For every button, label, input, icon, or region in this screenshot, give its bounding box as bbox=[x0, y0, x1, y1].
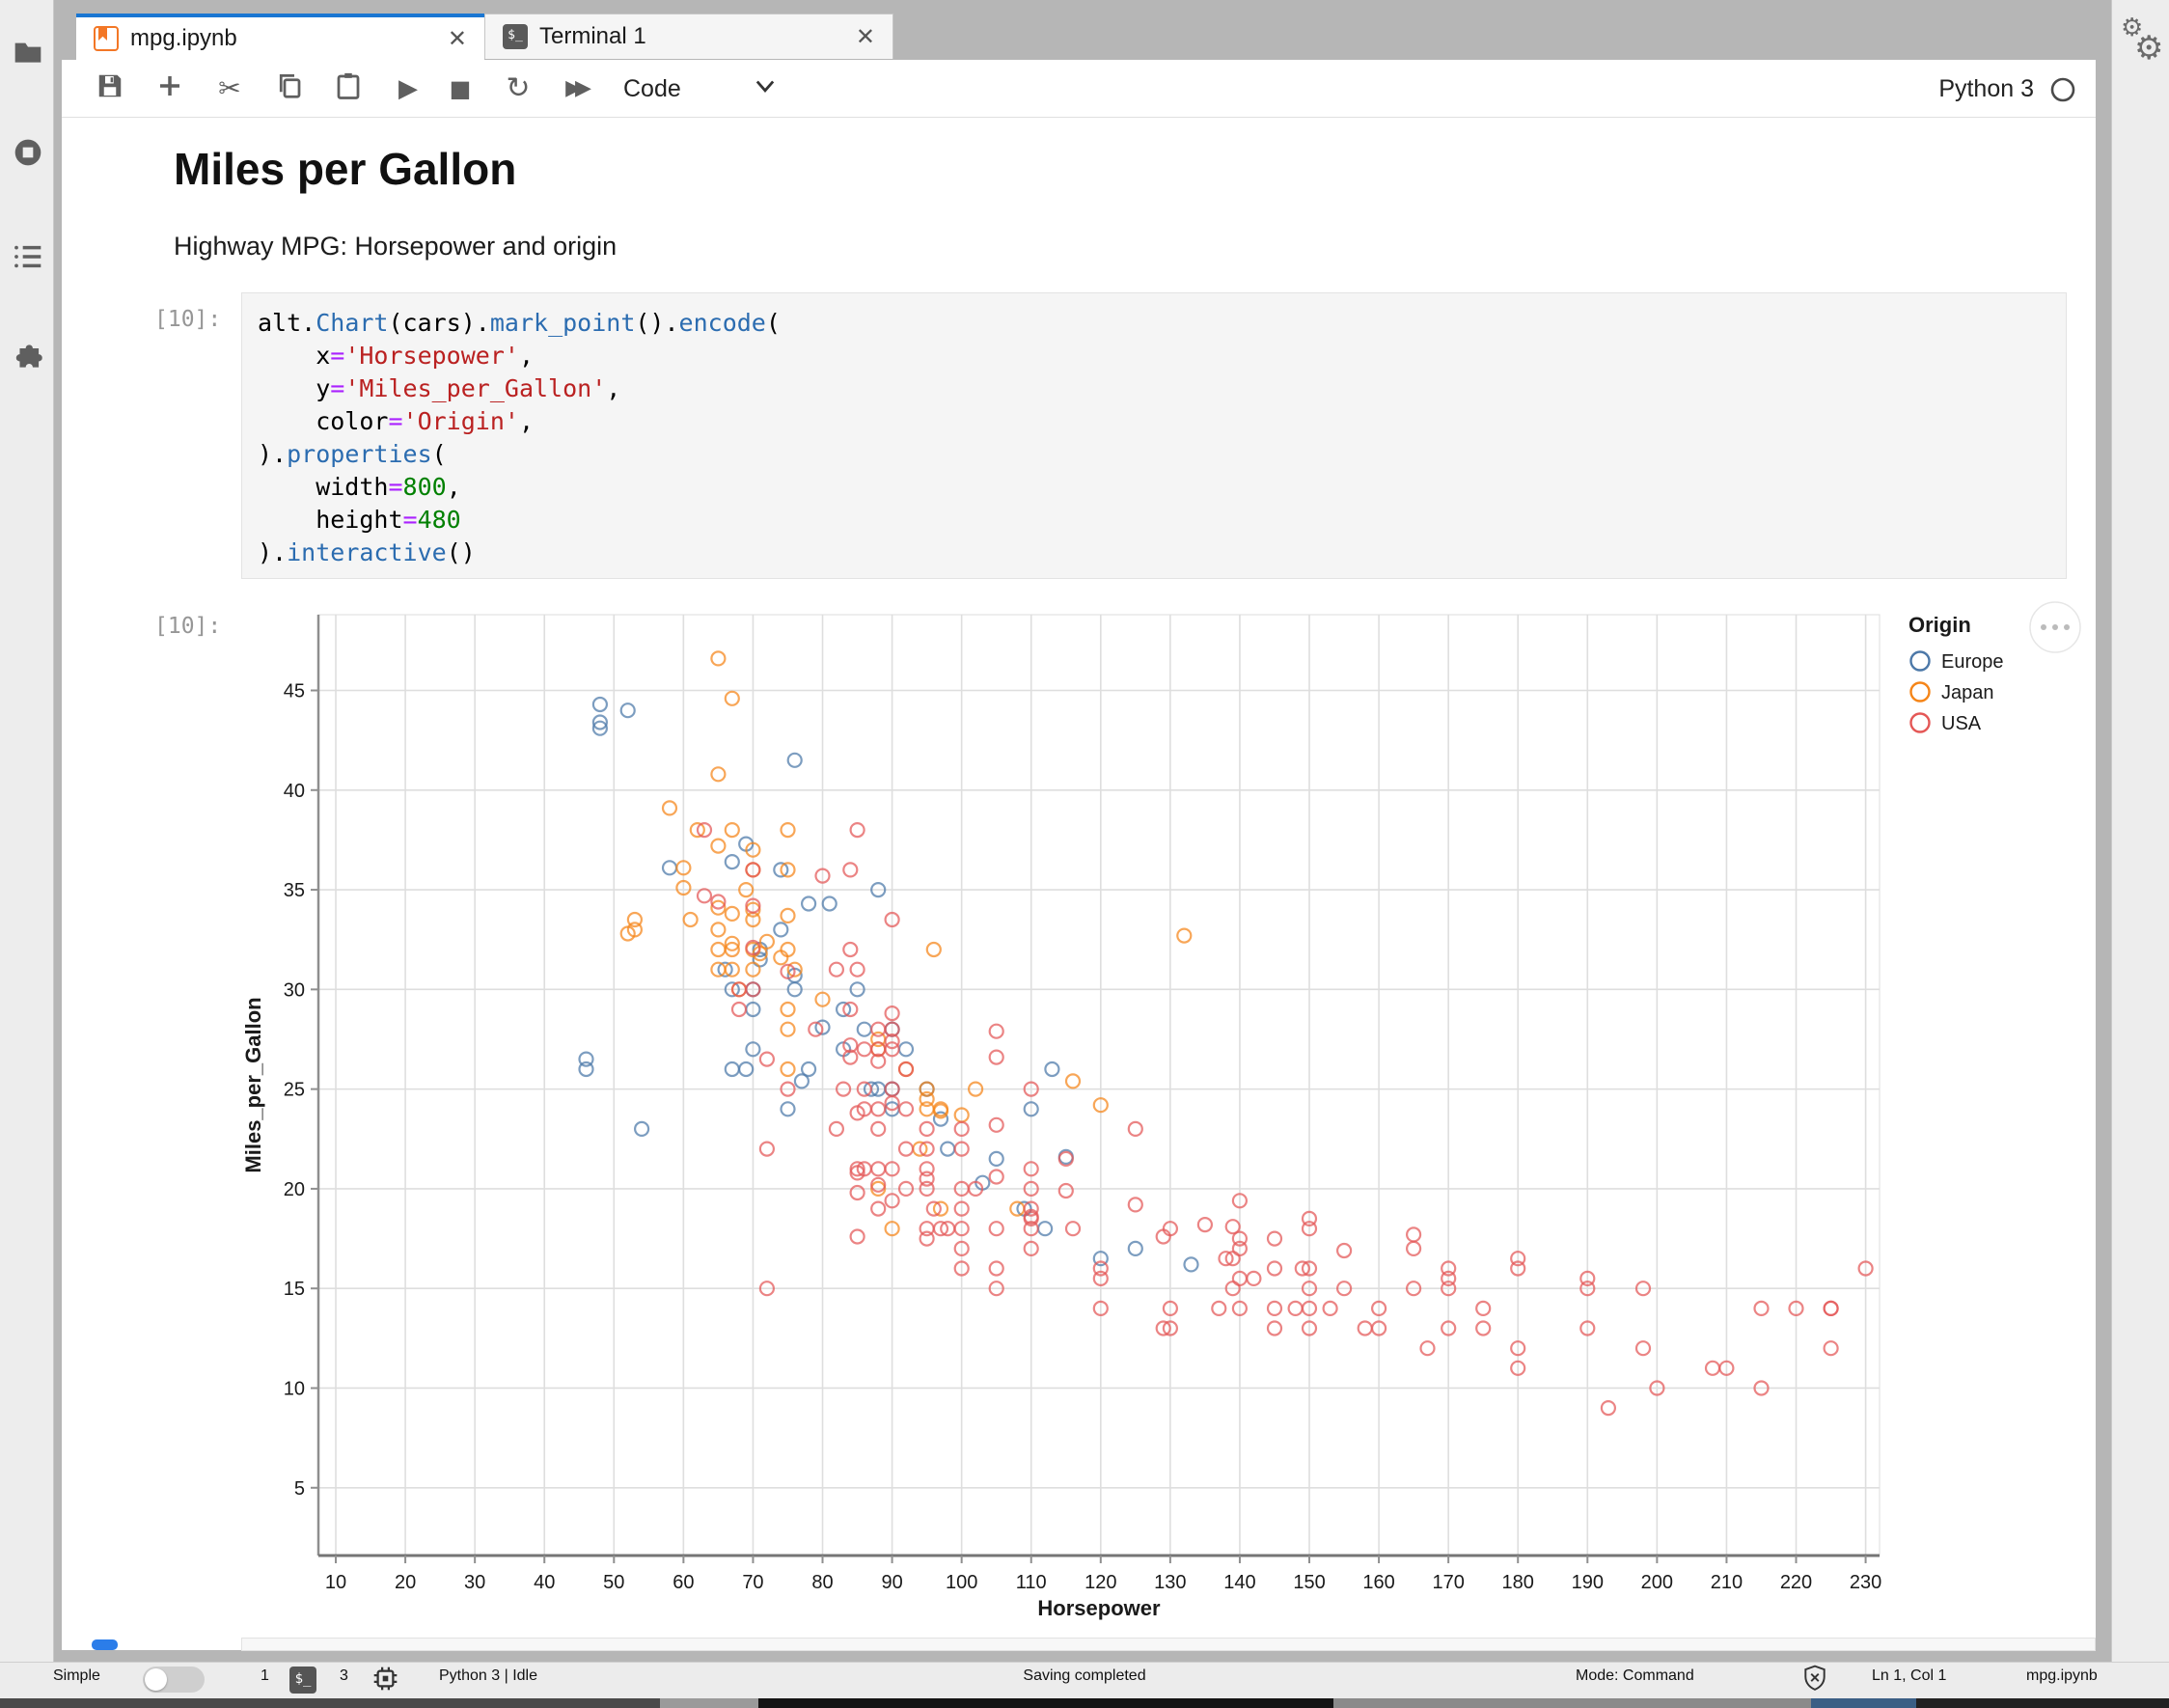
code-line: ).properties( bbox=[258, 438, 2050, 471]
svg-text:Miles_per_Gallon: Miles_per_Gallon bbox=[241, 997, 265, 1172]
property-inspector-gears-icon[interactable]: ⚙⚙ bbox=[2119, 12, 2165, 66]
extensions-puzzle-icon[interactable] bbox=[13, 344, 43, 374]
svg-text:180: 180 bbox=[1502, 1572, 1534, 1593]
horizontal-scrollbar[interactable] bbox=[241, 1638, 2096, 1651]
kernel-name-label: Python 3 bbox=[1938, 75, 2034, 103]
svg-text:170: 170 bbox=[1432, 1572, 1464, 1593]
svg-text:35: 35 bbox=[284, 880, 305, 901]
svg-text:60: 60 bbox=[673, 1572, 694, 1593]
kernel-status-icon bbox=[2049, 76, 2076, 103]
cell-collapser[interactable] bbox=[92, 1639, 118, 1650]
running-kernels-icon[interactable] bbox=[13, 137, 43, 168]
svg-text:40: 40 bbox=[534, 1572, 555, 1593]
legend-symbol-japan[interactable] bbox=[1911, 683, 1930, 702]
close-icon[interactable]: ✕ bbox=[856, 23, 875, 51]
svg-text:Japan: Japan bbox=[1941, 682, 1994, 703]
save-button[interactable] bbox=[93, 71, 127, 106]
svg-text:210: 210 bbox=[1711, 1572, 1743, 1593]
svg-text:15: 15 bbox=[284, 1279, 305, 1300]
legend-symbol-europe[interactable] bbox=[1911, 652, 1930, 671]
svg-text:140: 140 bbox=[1223, 1572, 1255, 1593]
statusbar-filename: mpg.ipynb bbox=[2026, 1667, 2098, 1685]
restart-kernel-icon[interactable]: ↻ bbox=[501, 71, 535, 106]
mpg-scatter-chart[interactable]: 10 20 30 40 50 60 70 80 90 100 110 120 130 140 150 160 1… bbox=[232, 593, 2096, 1640]
legend-symbol-usa[interactable] bbox=[1911, 714, 1930, 732]
svg-text:120: 120 bbox=[1084, 1572, 1116, 1593]
close-icon[interactable]: ✕ bbox=[448, 25, 467, 53]
svg-text:25: 25 bbox=[284, 1080, 305, 1101]
code-cell[interactable]: alt.Chart(cars).mark_point().encode( x='… bbox=[241, 292, 2067, 579]
code-line: alt.Chart(cars).mark_point().encode( bbox=[258, 307, 2050, 340]
svg-text:110: 110 bbox=[1016, 1572, 1047, 1593]
svg-text:Europe: Europe bbox=[1941, 651, 2004, 673]
code-line: y='Miles_per_Gallon', bbox=[258, 372, 2050, 405]
trust-shield-icon[interactable] bbox=[1802, 1665, 1827, 1696]
code-editor[interactable]: alt.Chart(cars).mark_point().encode( x='… bbox=[242, 293, 2066, 583]
cell-type-dropdown[interactable]: Code bbox=[623, 75, 681, 103]
svg-text:90: 90 bbox=[881, 1572, 902, 1593]
paste-icon[interactable] bbox=[331, 71, 366, 106]
svg-text:70: 70 bbox=[742, 1572, 763, 1593]
svg-text:Origin: Origin bbox=[1908, 613, 1971, 637]
add-cell-button[interactable] bbox=[152, 71, 187, 106]
page-subtitle: Highway MPG: Horsepower and origin bbox=[174, 232, 617, 262]
tab-terminal-label: Terminal 1 bbox=[539, 23, 844, 50]
svg-text:20: 20 bbox=[395, 1572, 416, 1593]
tab-terminal[interactable]: $_ Terminal 1 ✕ bbox=[484, 14, 893, 59]
svg-text:100: 100 bbox=[946, 1572, 977, 1593]
svg-text:130: 130 bbox=[1154, 1572, 1186, 1593]
kernel-indicator[interactable]: Python 3 bbox=[1938, 75, 2076, 103]
svg-text:30: 30 bbox=[464, 1572, 485, 1593]
run-button[interactable]: ▶ bbox=[391, 71, 426, 106]
svg-text:10: 10 bbox=[325, 1572, 346, 1593]
file-browser-icon[interactable] bbox=[13, 37, 43, 68]
status-message: Saving completed bbox=[0, 1667, 2169, 1685]
svg-text:20: 20 bbox=[284, 1179, 305, 1200]
svg-text:40: 40 bbox=[284, 781, 305, 802]
svg-text:150: 150 bbox=[1293, 1572, 1325, 1593]
cursor-position[interactable]: Ln 1, Col 1 bbox=[1872, 1667, 1946, 1685]
right-sidebar bbox=[2111, 0, 2169, 1662]
notebook-icon bbox=[94, 26, 119, 51]
tab-notebook[interactable]: mpg.ipynb ✕ bbox=[76, 14, 484, 60]
code-line: width=800, bbox=[258, 471, 2050, 504]
copy-icon[interactable] bbox=[272, 71, 307, 106]
svg-text:220: 220 bbox=[1780, 1572, 1812, 1593]
table-of-contents-icon[interactable] bbox=[13, 241, 43, 272]
terminal-icon: $_ bbox=[503, 24, 528, 49]
svg-text:230: 230 bbox=[1850, 1572, 1881, 1593]
right-divider bbox=[2096, 0, 2111, 1662]
chevron-down-icon[interactable] bbox=[748, 71, 782, 106]
output-prompt: [10]: bbox=[154, 614, 221, 639]
svg-text:190: 190 bbox=[1572, 1572, 1604, 1593]
stop-button[interactable]: ■ bbox=[443, 71, 478, 106]
code-line: ).interactive() bbox=[258, 537, 2050, 569]
svg-text:50: 50 bbox=[603, 1572, 624, 1593]
svg-text:30: 30 bbox=[284, 979, 305, 1001]
tab-notebook-label: mpg.ipynb bbox=[130, 25, 436, 52]
input-prompt: [10]: bbox=[154, 307, 221, 332]
svg-text:160: 160 bbox=[1362, 1572, 1394, 1593]
bottom-edge bbox=[0, 1698, 2169, 1708]
restart-run-all-icon[interactable]: ▶▶ bbox=[558, 71, 592, 106]
left-activity-bar bbox=[0, 0, 54, 1662]
page-title: Miles per Gallon bbox=[174, 143, 516, 195]
svg-text:10: 10 bbox=[284, 1378, 305, 1399]
code-line: height=480 bbox=[258, 504, 2050, 537]
svg-text:200: 200 bbox=[1641, 1572, 1673, 1593]
svg-text:45: 45 bbox=[284, 680, 305, 702]
svg-text:80: 80 bbox=[811, 1572, 833, 1593]
code-line: x='Horsepower', bbox=[258, 340, 2050, 372]
svg-text:Horsepower: Horsepower bbox=[1037, 1596, 1161, 1620]
editor-mode-label[interactable]: Mode: Command bbox=[1576, 1667, 1694, 1685]
svg-text:USA: USA bbox=[1941, 713, 1982, 734]
svg-text:5: 5 bbox=[294, 1478, 305, 1500]
code-line: color='Origin', bbox=[258, 405, 2050, 438]
notebook-toolbar bbox=[62, 60, 2096, 118]
cut-icon[interactable]: ✂ bbox=[212, 71, 247, 106]
